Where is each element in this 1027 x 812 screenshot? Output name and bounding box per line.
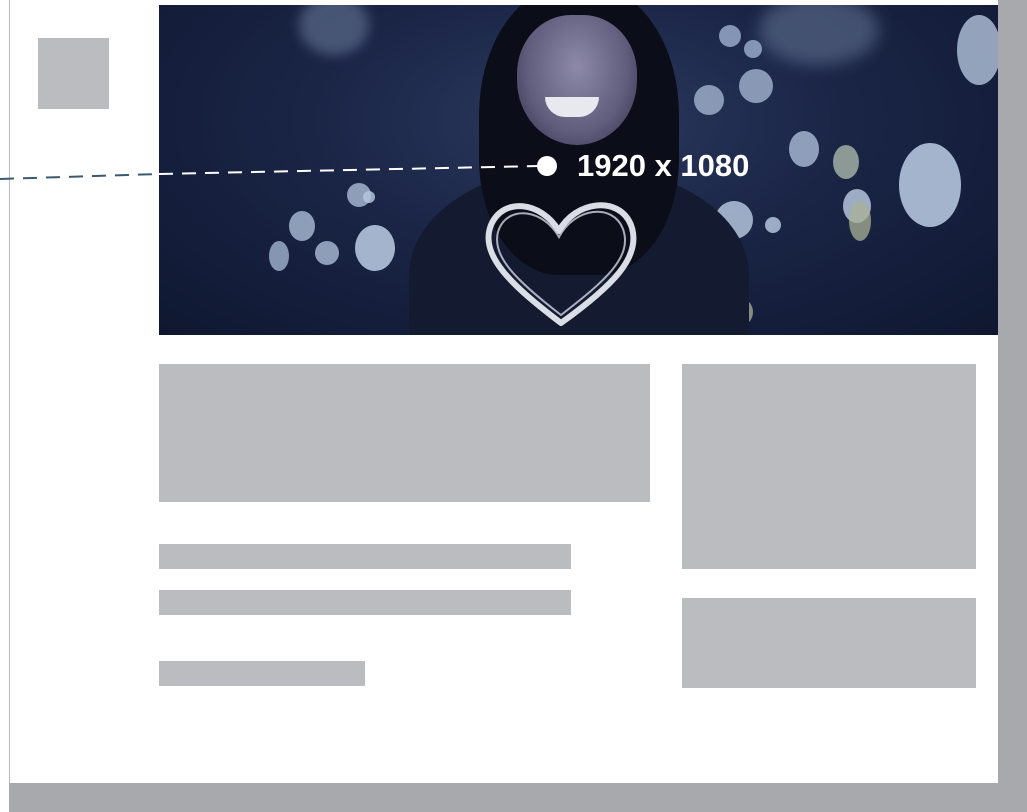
bokeh-light [833, 145, 859, 179]
bokeh-light [355, 225, 395, 271]
bokeh-light [289, 211, 315, 241]
bokeh-light [739, 69, 773, 103]
text-line-placeholder [159, 544, 571, 569]
heading-placeholder [159, 364, 650, 502]
bokeh-light [315, 241, 339, 265]
page-frame-left-edge [9, 0, 10, 812]
bokeh-light [719, 25, 741, 47]
bokeh-light [694, 85, 724, 115]
text-line-placeholder [159, 590, 571, 615]
button-placeholder [159, 661, 365, 686]
page-frame-bottom-shadow [9, 783, 1027, 812]
bokeh-light [765, 217, 781, 233]
bokeh-light [899, 143, 961, 227]
page-frame-right-shadow [998, 0, 1027, 812]
heart-light-icon [485, 202, 637, 326]
bokeh-light [789, 131, 819, 167]
person-face [517, 15, 637, 145]
bokeh-light [849, 201, 871, 241]
sidebar-card-placeholder [682, 364, 976, 569]
bokeh-light [299, 5, 369, 55]
bokeh-light [269, 241, 289, 271]
bokeh-light [957, 15, 998, 85]
image-dimension-label: 1920 x 1080 [577, 148, 750, 183]
bokeh-light [759, 5, 879, 65]
sidebar-small-card-placeholder [682, 598, 976, 688]
logo-placeholder [38, 38, 109, 109]
bokeh-light [744, 40, 762, 58]
bokeh-light [363, 191, 375, 203]
